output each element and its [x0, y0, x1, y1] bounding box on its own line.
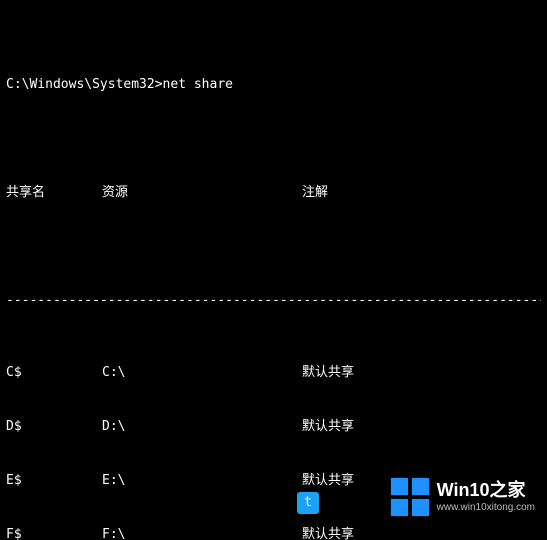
windows-logo-icon — [389, 476, 431, 518]
table-row: C$C:\默认共享 — [6, 364, 541, 382]
share-resource: E:\ — [102, 472, 302, 490]
table-header: 共享名资源注解 — [6, 184, 541, 202]
share-name: F$ — [6, 526, 102, 540]
divider-line: ----------------------------------------… — [6, 292, 541, 310]
share-resource: F:\ — [102, 526, 302, 540]
share-remark: 默认共享 — [302, 418, 354, 436]
prompt-text: C:\Windows\System32> — [6, 77, 163, 92]
watermark-title: Win10之家 — [437, 481, 535, 499]
watermark-url: www.win10xitong.com — [437, 503, 535, 513]
table-row: F$F:\默认共享 — [6, 526, 541, 540]
header-resource: 资源 — [102, 184, 302, 202]
command-prompt-terminal[interactable]: C:\Windows\System32>net share 共享名资源注解 --… — [0, 0, 547, 540]
command-line: C:\Windows\System32>net share — [6, 76, 541, 94]
share-remark: 默认共享 — [302, 364, 354, 382]
header-remark: 注解 — [302, 184, 328, 202]
share-name: E$ — [6, 472, 102, 490]
share-name: C$ — [6, 364, 102, 382]
header-name: 共享名 — [6, 184, 102, 202]
share-remark: 默认共享 — [302, 526, 354, 540]
blank-line — [6, 238, 541, 256]
table-row: D$D:\默认共享 — [6, 418, 541, 436]
share-name: D$ — [6, 418, 102, 436]
share-remark: 默认共享 — [302, 472, 354, 490]
command-text: net share — [163, 77, 233, 92]
social-badge-icon: t — [297, 492, 319, 514]
share-resource: D:\ — [102, 418, 302, 436]
blank-line — [6, 130, 541, 148]
share-resource: C:\ — [102, 364, 302, 382]
watermark: Win10之家 www.win10xitong.com — [383, 472, 541, 522]
badge-glyph: t — [304, 494, 312, 512]
